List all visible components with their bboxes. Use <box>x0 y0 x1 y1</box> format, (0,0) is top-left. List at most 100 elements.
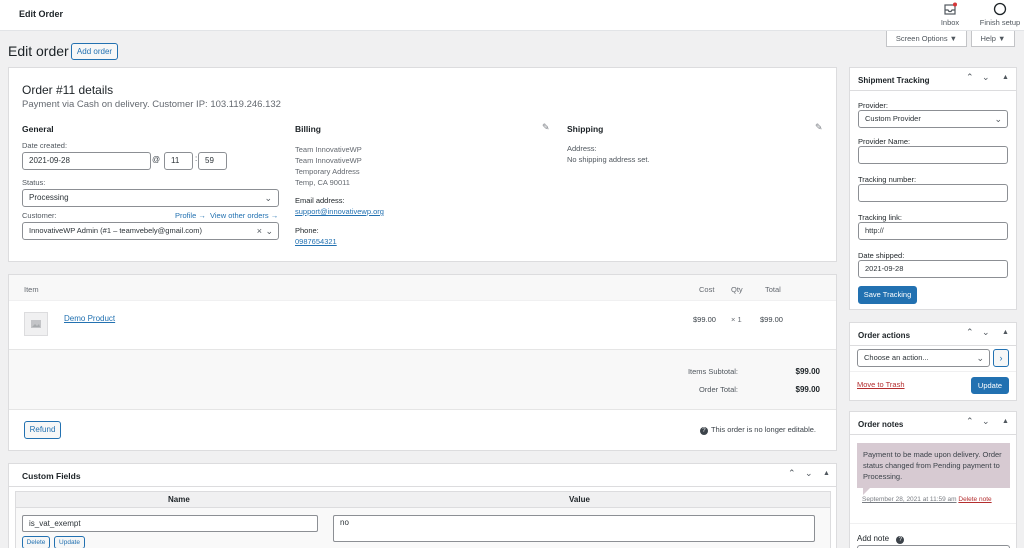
col-name: Name <box>168 495 190 504</box>
order-title: Order #11 details <box>22 83 114 97</box>
phone-label: Phone: <box>295 226 319 235</box>
not-editable-notice: ? This order is no longer editable. <box>699 425 816 435</box>
provider-select[interactable]: Custom Provider ⌄ <box>858 110 1008 128</box>
chevron-down-icon[interactable]: ⌄ <box>805 468 813 479</box>
order-total-value: $99.00 <box>795 385 820 394</box>
caret-down-icon: ▼ <box>949 34 958 43</box>
chevron-up-icon[interactable]: ⌃ <box>966 416 974 427</box>
move-to-trash-link[interactable]: Move to Trash <box>857 380 905 389</box>
order-total-label: Order Total: <box>698 385 738 394</box>
order-actions-title: Order actions <box>858 331 911 340</box>
phone-link[interactable]: 0987654321 <box>295 237 337 246</box>
product-link[interactable]: Demo Product <box>64 314 115 323</box>
date-shipped-input[interactable]: 2021-09-28 <box>858 260 1008 278</box>
divider <box>850 434 1016 435</box>
billing-line: Team InnovativeWP <box>295 145 362 154</box>
divider <box>850 371 1016 372</box>
chevron-up-icon[interactable]: ⌃ <box>966 72 974 83</box>
collapse-icon[interactable]: ▲ <box>1002 329 1009 336</box>
update-order-button[interactable]: Update <box>971 377 1009 394</box>
apply-action-button[interactable]: › <box>993 349 1009 367</box>
billing-address: Team InnovativeWP Team InnovativeWP Temp… <box>295 144 362 188</box>
collapse-icon[interactable]: ▲ <box>823 470 830 477</box>
col-qty: Qty <box>731 285 743 294</box>
col-value: Value <box>569 495 590 504</box>
custom-fields-header: Name Value <box>15 491 831 508</box>
items-header: Item Cost Qty Total <box>9 275 836 301</box>
delete-meta-button[interactable]: Delete <box>22 536 50 548</box>
item-cost: $99.00 <box>693 315 716 324</box>
chevron-up-icon[interactable]: ⌃ <box>788 468 796 479</box>
customer-label: Customer: <box>22 211 57 220</box>
status-label: Status: <box>22 178 46 187</box>
order-action-select[interactable]: Choose an action... ⌄ <box>857 349 990 367</box>
save-tracking-button[interactable]: Save Tracking <box>858 286 917 304</box>
date-created-input[interactable]: 2021-09-28 <box>22 152 151 170</box>
divider <box>850 345 1016 346</box>
product-thumbnail <box>24 312 48 336</box>
minute-input[interactable]: 59 <box>198 152 227 170</box>
subtotal-value: $99.00 <box>795 367 820 376</box>
customer-value: InnovativeWP Admin (#1 – teamvebely@gmai… <box>29 226 202 235</box>
col-cost: Cost <box>699 285 715 294</box>
order-note: Payment to be made upon delivery. Order … <box>857 443 1010 488</box>
delete-note-link[interactable]: Delete note <box>958 496 991 503</box>
view-other-orders-link[interactable]: View other orders → <box>210 211 278 220</box>
shipping-heading: Shipping <box>567 124 604 134</box>
email-link[interactable]: support@innovativewp.org <box>295 207 384 216</box>
time-separator: : <box>195 154 198 163</box>
note-date: September 28, 2021 at 11:59 am <box>862 496 957 503</box>
chevron-down-icon[interactable]: ⌄ <box>982 416 990 427</box>
finish-setup-button[interactable]: Finish setup <box>976 2 1024 27</box>
refund-button[interactable]: Refund <box>24 421 61 439</box>
collapse-icon[interactable]: ▲ <box>1002 74 1009 81</box>
chevron-up-icon[interactable]: ⌃ <box>966 327 974 338</box>
collapse-icon[interactable]: ▲ <box>1002 418 1009 425</box>
chevron-right-icon: › <box>999 353 1003 363</box>
general-heading: General <box>22 124 54 134</box>
hour-input[interactable]: 11 <box>164 152 193 170</box>
provider-label: Provider: <box>858 101 889 110</box>
tracking-number-input[interactable] <box>858 184 1008 202</box>
billing-line: Team InnovativeWP <box>295 156 362 165</box>
inbox-label: Inbox <box>940 18 960 27</box>
custom-field-name-input[interactable]: is_vat_exempt <box>22 515 318 532</box>
item-qty: × 1 <box>731 315 742 324</box>
help-tab[interactable]: Help ▼ <box>971 31 1015 47</box>
totals-section: Items Subtotal: $99.00 Order Total: $99.… <box>9 349 836 410</box>
tracking-number-label: Tracking number: <box>858 175 917 184</box>
edit-billing-pencil-icon[interactable]: ✎ <box>542 122 550 133</box>
page-title: Edit order <box>8 43 69 59</box>
customer-select[interactable]: InnovativeWP Admin (#1 – teamvebely@gmai… <box>22 222 279 240</box>
tracking-link-input[interactable]: http:// <box>858 222 1008 240</box>
tracking-link-label: Tracking link: <box>858 213 902 222</box>
divider <box>9 486 836 487</box>
custom-fields-panel: Custom Fields ⌃ ⌄ ▲ Name Value is_vat_ex… <box>8 463 837 548</box>
custom-field-value-textarea[interactable]: no <box>333 515 815 542</box>
divider <box>850 90 1016 91</box>
status-value: Processing <box>29 193 69 202</box>
provider-name-input[interactable] <box>858 146 1008 164</box>
screen-options-tab[interactable]: Screen Options ▼ <box>886 31 967 47</box>
inbox-button[interactable]: Inbox <box>935 2 965 27</box>
status-select[interactable]: Processing ⌄ <box>22 189 279 207</box>
clear-icon[interactable]: × <box>257 223 262 239</box>
date-shipped-label: Date shipped: <box>858 251 905 260</box>
chevron-down-icon[interactable]: ⌄ <box>982 327 990 338</box>
provider-name-label: Provider Name: <box>858 137 911 146</box>
finish-setup-label: Finish setup <box>979 18 1021 27</box>
subtotal-label: Items Subtotal: <box>687 367 738 376</box>
progress-circle-icon <box>993 2 1007 16</box>
email-label: Email address: <box>295 196 345 205</box>
update-meta-button[interactable]: Update <box>54 536 85 548</box>
note-meta: September 28, 2021 at 11:59 am Delete no… <box>862 496 992 503</box>
add-order-button[interactable]: Add order <box>71 43 118 60</box>
caret-down-icon: ▼ <box>998 34 1006 43</box>
chevron-down-icon: ⌄ <box>976 353 984 363</box>
order-notes-panel: Order notes ⌃ ⌄ ▲ Payment to be made upo… <box>849 411 1017 548</box>
profile-link[interactable]: Profile → <box>175 211 206 220</box>
chevron-down-icon[interactable]: ⌄ <box>982 72 990 83</box>
edit-shipping-pencil-icon[interactable]: ✎ <box>815 122 823 133</box>
order-subtitle: Payment via Cash on delivery. Customer I… <box>22 99 281 110</box>
shipment-tracking-title: Shipment Tracking <box>858 76 930 85</box>
